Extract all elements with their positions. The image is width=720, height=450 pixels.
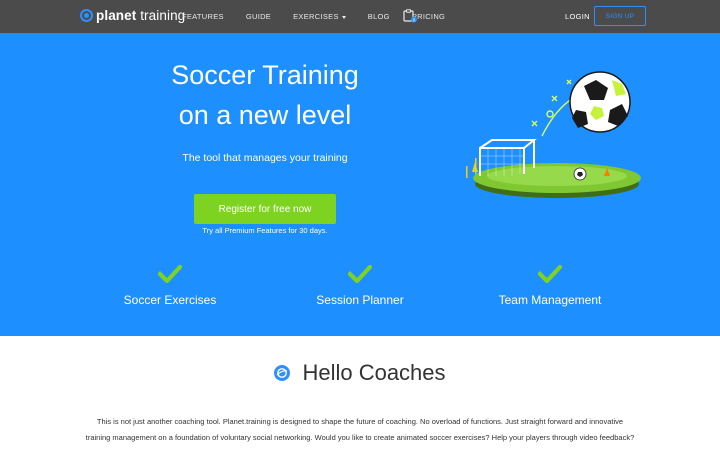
login-link[interactable]: LOGIN bbox=[565, 12, 590, 21]
nav-link-features[interactable]: FEATURES bbox=[182, 12, 224, 21]
feature-soccer-exercises: Soccer Exercises bbox=[70, 265, 270, 307]
nav-links: FEATURES GUIDE EXERCISES BLOG PRICING bbox=[182, 0, 467, 33]
intro-line: training management on a foundation of v… bbox=[85, 433, 635, 442]
brand-logo-link[interactable]: planet training bbox=[80, 8, 185, 23]
feature-label: Soccer Exercises bbox=[123, 293, 217, 307]
intro-line: This is not just another coaching tool. … bbox=[96, 417, 624, 426]
hero-subtitle: The tool that manages your training bbox=[182, 152, 348, 164]
hello-heading-row: Hello Coaches bbox=[0, 360, 720, 386]
checkmark-icon bbox=[158, 265, 182, 283]
hero-title: Soccer Training on a new level bbox=[140, 55, 390, 135]
feature-session-planner: Session Planner bbox=[260, 265, 460, 307]
checkmark-icon bbox=[538, 265, 562, 283]
trial-note: Try all Premium Features for 30 days. bbox=[202, 226, 328, 235]
feature-label: Session Planner bbox=[316, 293, 404, 307]
brand-name: planet training bbox=[96, 8, 186, 23]
clipboard-icon[interactable]: 0 bbox=[403, 9, 417, 23]
signup-button[interactable]: SIGN UP bbox=[594, 6, 646, 26]
register-button[interactable]: Register for free now bbox=[194, 194, 336, 224]
hero-section: Soccer Training on a new level The tool … bbox=[0, 33, 720, 336]
hero-title-line-2: on a new level bbox=[178, 100, 352, 130]
intro-paragraph: This is not just another coaching tool. … bbox=[60, 414, 660, 446]
checkmark-icon bbox=[348, 265, 372, 283]
nav-link-guide[interactable]: GUIDE bbox=[246, 12, 271, 21]
chevron-down-icon bbox=[341, 15, 346, 19]
hero-title-line-1: Soccer Training bbox=[171, 60, 359, 90]
planet-icon bbox=[274, 365, 291, 381]
soccer-ball-icon bbox=[466, 71, 641, 198]
top-nav: planet training FEATURES GUIDE EXERCISES… bbox=[0, 0, 720, 33]
feature-label: Team Management bbox=[498, 293, 602, 307]
nav-link-blog[interactable]: BLOG bbox=[368, 12, 390, 21]
nav-link-exercises[interactable]: EXERCISES bbox=[293, 12, 346, 21]
feature-team-management: Team Management bbox=[450, 265, 650, 307]
planet-logo-icon bbox=[80, 9, 93, 22]
section-heading: Hello Coaches bbox=[302, 360, 446, 385]
